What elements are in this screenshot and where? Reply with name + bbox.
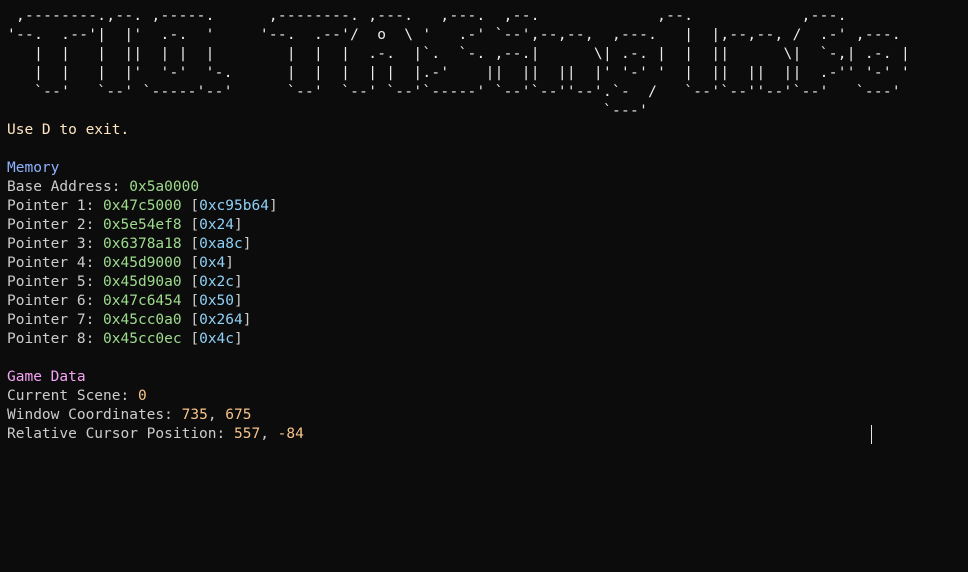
- relative-cursor-row: Relative Cursor Position: 557, -84: [7, 426, 304, 442]
- pointer-value: 0xa8c: [199, 236, 243, 252]
- pointer-label: Pointer 1:: [7, 198, 95, 214]
- pointer-address: 0x45d90a0: [103, 274, 182, 290]
- exit-instruction: Use D to exit.: [7, 122, 130, 138]
- relative-cursor-label: Relative Cursor Position:: [7, 426, 226, 442]
- pointer-label: Pointer 4:: [7, 255, 95, 271]
- window-coordinates-label: Window Coordinates:: [7, 407, 173, 423]
- banner-line: `---': [7, 103, 649, 119]
- window-y-value: 675: [225, 407, 252, 423]
- banner-line: | | | || | | | | | | .-. |`. `-. ,--.| \…: [7, 46, 910, 62]
- pointer-value: 0x50: [199, 293, 235, 309]
- pointer-row: Pointer 6: 0x47c6454 [0x50]: [7, 293, 243, 309]
- base-address-row: Base Address: 0x5a0000: [7, 178, 968, 197]
- current-scene-label: Current Scene:: [7, 388, 130, 404]
- pointer-value: 0x4c: [199, 331, 235, 347]
- base-address-value: 0x5a0000: [129, 179, 200, 195]
- pointer-address: 0x45cc0ec: [103, 331, 182, 347]
- pointer-value: 0x264: [199, 312, 243, 328]
- pointer-address: 0x47c5000: [103, 198, 182, 214]
- pointer-address: 0x5e54ef8: [103, 217, 182, 233]
- banner-line: ,--------.,--. ,-----. ,--------. ,---. …: [7, 8, 847, 24]
- pointer-row: Pointer 7: 0x45cc0a0 [0x264]: [7, 312, 252, 328]
- pointer-row: Pointer 8: 0x45cc0ec [0x4c]: [7, 331, 243, 347]
- game-data-heading: Game Data: [7, 369, 86, 385]
- window-coordinates-row: Window Coordinates: 735, 675: [7, 407, 252, 423]
- pointer-address: 0x45d9000: [103, 255, 182, 271]
- memory-heading: Memory: [7, 160, 60, 176]
- pointer-label: Pointer 3:: [7, 236, 95, 252]
- pointer-row: Pointer 2: 0x5e54ef8 [0x24]: [7, 217, 243, 233]
- cursor-x-value: 557: [233, 426, 261, 442]
- pointer-row: Pointer 5: 0x45d90a0 [0x2c]: [7, 274, 243, 290]
- text-cursor: [871, 425, 872, 444]
- pointer-row: Pointer 1: 0x47c5000 [0xc95b64]: [7, 198, 278, 214]
- pointer-value: 0x24: [199, 217, 235, 233]
- current-scene-value: 0: [137, 388, 147, 404]
- banner-line: '--. .--'| |' .-. ' '--. .--'/ o \ ' .-'…: [7, 27, 901, 43]
- pointer-address: 0x45cc0a0: [103, 312, 182, 328]
- pointer-label: Pointer 6:: [7, 293, 95, 309]
- banner-line: `--' `--' `-----'--' `--' `--' `--'`----…: [7, 84, 901, 100]
- ascii-art-banner: ,--------.,--. ,-----. ,--------. ,---. …: [7, 7, 968, 121]
- pointer-list: Pointer 1: 0x47c5000 [0xc95b64] Pointer 2…: [7, 197, 968, 349]
- pointer-label: Pointer 5:: [7, 274, 95, 290]
- pointer-address: 0x47c6454: [103, 293, 182, 309]
- pointer-label: Pointer 8:: [7, 331, 95, 347]
- pointer-value: 0x2c: [199, 274, 235, 290]
- pointer-value: 0x4: [199, 255, 226, 271]
- pointer-label: Pointer 7:: [7, 312, 95, 328]
- window-x-value: 735: [181, 407, 208, 423]
- pointer-row: Pointer 4: 0x45d9000 [0x4]: [7, 255, 235, 271]
- pointer-row: Pointer 3: 0x6378a18 [0xa8c]: [7, 236, 252, 252]
- pointer-label: Pointer 2:: [7, 217, 95, 233]
- base-address-label: Base Address:: [7, 179, 121, 195]
- banner-line: | | | |' '-' '-. | | | | | |.-' || || ||…: [7, 65, 910, 81]
- terminal-window: ,--------.,--. ,-----. ,--------. ,---. …: [0, 0, 968, 572]
- current-scene-row: Current Scene: 0: [7, 387, 968, 406]
- pointer-address: 0x6378a18: [103, 236, 182, 252]
- cursor-y-value: -84: [277, 426, 304, 442]
- pointer-value: 0xc95b64: [199, 198, 269, 214]
